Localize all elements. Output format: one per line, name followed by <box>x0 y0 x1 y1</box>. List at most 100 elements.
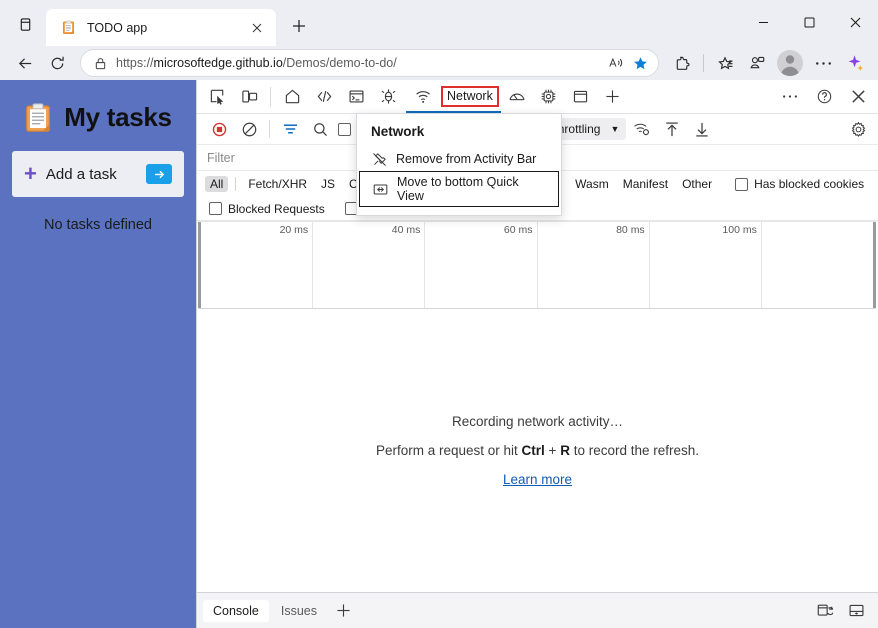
help-icon[interactable] <box>808 82 840 112</box>
settings-ellipsis-icon[interactable] <box>808 48 838 78</box>
read-aloud-icon[interactable] <box>604 51 628 75</box>
type-filter-separator <box>235 177 237 191</box>
context-menu-header: Network <box>371 124 425 139</box>
overview-tick-cell: 80 ms <box>538 222 650 308</box>
overview-tick-cell: 40 ms <box>313 222 426 308</box>
shortcut-key-r: R <box>560 443 570 458</box>
checkbox-box <box>735 177 749 191</box>
drawer-tab-console[interactable]: Console <box>203 599 269 622</box>
url-text: https://microsoftedge.github.io/Demos/de… <box>110 56 604 70</box>
context-menu-item-remove-from-activity-bar[interactable]: Remove from Activity Bar <box>359 147 559 171</box>
page-title: My tasks <box>64 102 172 132</box>
welcome-icon[interactable] <box>276 82 308 112</box>
url-path: /Demos/demo-to-do/ <box>282 56 397 70</box>
address-bar[interactable]: https://microsoftedge.github.io/Demos/de… <box>80 49 659 77</box>
extensions-icon[interactable] <box>667 48 697 78</box>
sources-icon[interactable] <box>372 82 404 112</box>
learn-more-link[interactable]: Learn more <box>503 472 572 487</box>
context-menu-item-label: Move to bottom Quick View <box>397 175 519 203</box>
import-har-up-arrow-icon[interactable] <box>658 116 686 142</box>
export-har-down-arrow-icon[interactable] <box>688 116 716 142</box>
application-icon[interactable] <box>565 82 597 112</box>
url-scheme: https:// <box>116 56 154 70</box>
clipboard-icon <box>59 19 77 37</box>
devtools-drawer: Console Issues <box>197 592 878 628</box>
blocked-requests-checkbox[interactable]: Blocked Requests <box>207 202 327 216</box>
inspect-element-icon[interactable] <box>201 82 233 112</box>
navigation-toolbar: https://microsoftedge.github.io/Demos/de… <box>0 46 878 80</box>
chevron-down-icon: ▼ <box>610 124 620 134</box>
close-window-button[interactable] <box>832 0 878 44</box>
type-filter-all[interactable]: All <box>205 176 229 192</box>
favorites-icon[interactable] <box>710 48 740 78</box>
type-filter-manifest[interactable]: Manifest <box>618 176 673 192</box>
no-tasks-message: No tasks defined <box>43 217 152 233</box>
memory-icon[interactable] <box>533 82 565 112</box>
overview-tick-label: 40 ms <box>391 224 421 236</box>
maximize-window-button[interactable] <box>786 0 832 44</box>
dock-side-icon[interactable] <box>842 598 870 624</box>
overview-tick-label: 60 ms <box>503 224 533 236</box>
has-blocked-cookies-checkbox[interactable]: Has blocked cookies <box>733 177 866 191</box>
plus-icon: + <box>24 161 37 186</box>
add-task-label: Add a task <box>45 165 117 183</box>
type-filter-wasm[interactable]: Wasm <box>570 176 614 192</box>
console-icon[interactable] <box>340 82 372 112</box>
profile-avatar[interactable] <box>777 50 803 76</box>
tab-network[interactable]: Network <box>404 81 501 114</box>
filter-icon[interactable] <box>276 116 304 142</box>
window-controls <box>740 0 878 44</box>
minimize-window-button[interactable] <box>740 0 786 44</box>
type-filter-other[interactable]: Other <box>677 176 717 192</box>
move-to-bottom-icon <box>372 181 388 197</box>
network-overview-timeline[interactable]: 20 ms 40 ms 60 ms 80 ms 100 ms <box>198 221 876 309</box>
edge-browser-window: TODO app https://microsoftedge.github.io… <box>0 0 878 628</box>
refresh-button[interactable] <box>42 48 72 78</box>
filter-input[interactable]: Filter <box>207 151 235 165</box>
back-button[interactable] <box>10 48 40 78</box>
overview-tick-cell: 20 ms <box>201 222 314 308</box>
record-stop-icon[interactable] <box>205 116 233 142</box>
type-filter-js[interactable]: JS <box>316 176 340 192</box>
overview-tick-label: 100 ms <box>722 224 757 236</box>
collections-icon[interactable] <box>742 48 772 78</box>
toolbar-divider <box>703 54 704 72</box>
has-blocked-cookies-label: Has blocked cookies <box>754 177 865 191</box>
close-icon[interactable] <box>246 17 268 39</box>
network-tab-context-menu: Network Remove from Activity Bar Move to… <box>356 113 562 216</box>
toolbar-separator <box>269 120 270 138</box>
drawer-add-tool-button[interactable] <box>329 598 357 624</box>
checkbox-box <box>338 122 351 136</box>
submit-task-arrow-icon[interactable] <box>146 164 172 184</box>
more-tools-ellipsis-icon[interactable] <box>774 82 806 112</box>
overview-tick-label: 20 ms <box>279 224 309 236</box>
network-empty-state: Recording network activity… Perform a re… <box>197 309 878 592</box>
tab-search-button[interactable] <box>10 9 40 39</box>
activity-bar-separator <box>270 86 271 107</box>
type-filter-fetch-xhr[interactable]: Fetch/XHR <box>243 176 312 192</box>
copilot-icon[interactable] <box>840 48 870 78</box>
context-menu-item-label: Remove from Activity Bar <box>396 152 537 166</box>
new-tab-button[interactable] <box>284 11 314 41</box>
close-devtools-icon[interactable] <box>842 82 874 112</box>
restore-drawer-icon[interactable] <box>810 598 838 624</box>
network-toolbar-right <box>844 116 872 142</box>
browser-chrome: TODO app https://microsoftedge.github.io… <box>0 0 878 80</box>
overview-right-handle[interactable] <box>873 222 876 308</box>
star-filled-icon[interactable] <box>628 51 652 75</box>
elements-icon[interactable] <box>308 82 340 112</box>
network-icon <box>408 82 440 112</box>
checkbox-box <box>209 202 222 215</box>
add-tool-button[interactable] <box>597 82 629 112</box>
search-icon[interactable] <box>306 116 334 142</box>
context-menu-item-move-to-bottom-quick-view[interactable]: Move to bottom Quick View <box>359 171 559 207</box>
drawer-tab-issues[interactable]: Issues <box>271 600 327 622</box>
browser-tab[interactable]: TODO app <box>46 9 276 46</box>
device-emulation-icon[interactable] <box>233 82 265 112</box>
gear-icon[interactable] <box>844 116 872 142</box>
network-tab-label: Network <box>441 86 499 107</box>
add-task-button[interactable]: + Add a task <box>12 151 184 197</box>
network-conditions-icon[interactable] <box>628 116 656 142</box>
performance-icon[interactable] <box>501 82 533 112</box>
clear-icon[interactable] <box>235 116 263 142</box>
